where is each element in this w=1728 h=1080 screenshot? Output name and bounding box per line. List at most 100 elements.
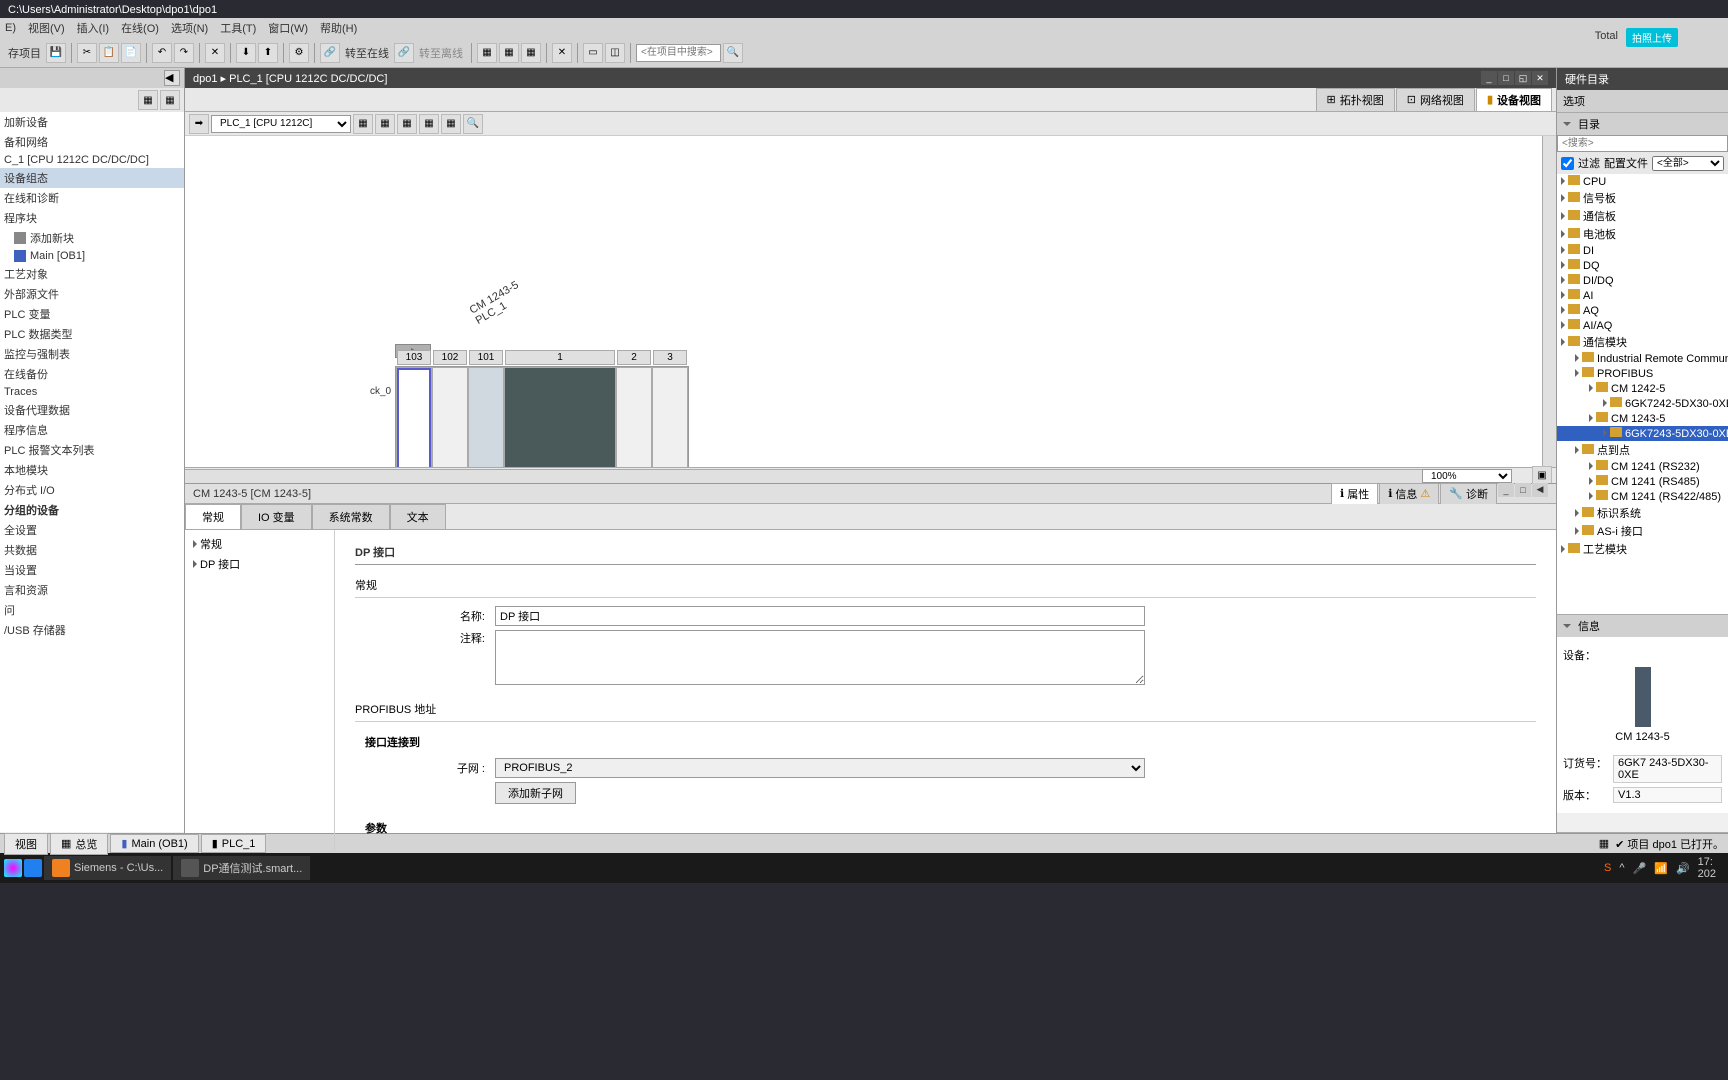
slot-103[interactable]: 103 [396, 367, 432, 483]
delete-icon[interactable]: ✕ [205, 43, 225, 63]
catalog-item[interactable]: CM 1241 (RS485) [1557, 474, 1728, 489]
zoom-fit-icon[interactable]: ▣ [1532, 466, 1552, 484]
catalog-item[interactable]: 通信模块 [1557, 333, 1728, 351]
tree-item[interactable]: 程序信息 [0, 420, 184, 440]
catalog-item[interactable]: CM 1242-5 [1557, 381, 1728, 396]
tree-collapse-icon[interactable]: ◀ [164, 70, 180, 86]
tray-time[interactable]: 17:202 [1698, 856, 1716, 880]
tool-icon-3[interactable]: ▦ [521, 43, 541, 63]
catalog-item[interactable]: AI/AQ [1557, 318, 1728, 333]
info-header[interactable]: 信息 [1557, 615, 1728, 637]
catalog-item[interactable]: CM 1241 (RS232) [1557, 459, 1728, 474]
bottom-plc-tab[interactable]: ▮PLC_1 [201, 834, 267, 853]
tree-btn-2[interactable]: ▦ [160, 90, 180, 110]
taskbar-smart[interactable]: DP通信测试.smart... [173, 856, 310, 880]
tree-item[interactable]: PLC 报警文本列表 [0, 440, 184, 460]
menu-edit[interactable]: E) [5, 22, 16, 34]
device-select[interactable]: PLC_1 [CPU 1212C] [211, 115, 351, 133]
subnet-select[interactable]: PROFIBUS_2 [495, 758, 1145, 778]
tree-item[interactable]: 加新设备 [0, 112, 184, 132]
catalog-item[interactable]: 信号板 [1557, 189, 1728, 207]
catalog-item[interactable]: AS-i 接口 [1557, 522, 1728, 540]
tab-topology[interactable]: ⊞拓扑视图 [1316, 88, 1395, 112]
cut-icon[interactable]: ✂ [77, 43, 97, 63]
zoom-select[interactable]: 100% [1422, 469, 1512, 483]
project-tree[interactable]: 加新设备 备和网络 C_1 [CPU 1212C DC/DC/DC] 设备组态 … [0, 112, 184, 832]
menu-insert[interactable]: 插入(I) [77, 20, 109, 36]
tray-wifi-icon[interactable]: 📶 [1654, 862, 1668, 875]
upload-badge[interactable]: 拍照上传 [1626, 28, 1678, 47]
tree-item[interactable]: 设备代理数据 [0, 400, 184, 420]
tree-item[interactable]: 分组的设备 [0, 500, 184, 520]
add-subnet-button[interactable]: 添加新子网 [495, 782, 576, 804]
vertical-scrollbar[interactable] [1542, 136, 1556, 467]
tree-item[interactable]: 本地模块 [0, 460, 184, 480]
tree-item[interactable]: Traces [0, 384, 184, 400]
close-icon[interactable]: ✕ [1532, 71, 1548, 85]
catalog-item[interactable]: 电池板 [1557, 225, 1728, 243]
link-icon[interactable]: 🔗 [320, 43, 340, 63]
comment-textarea[interactable] [495, 630, 1145, 685]
menu-help[interactable]: 帮助(H) [320, 20, 357, 36]
tab-device[interactable]: ▮设备视图 [1476, 88, 1552, 112]
project-search-input[interactable] [636, 44, 721, 62]
catalog-item[interactable]: Industrial Remote Communic [1557, 351, 1728, 366]
dev-btn-2[interactable]: ▦ [375, 114, 395, 134]
tab-info[interactable]: ℹ信息⚠ [1379, 483, 1439, 505]
catalog-item[interactable]: 工艺模块 [1557, 540, 1728, 558]
tree-item-device-config[interactable]: 设备组态 [0, 168, 184, 188]
slot-1-cpu[interactable]: 1 [504, 367, 616, 483]
catalog-item[interactable]: PROFIBUS [1557, 366, 1728, 381]
tab-network[interactable]: ⊡网络视图 [1396, 88, 1475, 112]
taskbar-tia[interactable]: Siemens - C:\Us... [44, 856, 171, 880]
catalog-item[interactable]: CM 1243-5 [1557, 411, 1728, 426]
catalog-item[interactable]: 6GK7242-5DX30-0XE0 [1557, 396, 1728, 411]
split-v-icon[interactable]: ◫ [605, 43, 625, 63]
module-cm[interactable] [397, 368, 431, 483]
menu-window[interactable]: 窗口(W) [268, 20, 308, 36]
menu-online[interactable]: 在线(O) [121, 20, 159, 36]
tree-item[interactable]: 全设置 [0, 520, 184, 540]
catalog-item[interactable]: AQ [1557, 303, 1728, 318]
tree-item-main-ob1[interactable]: Main [OB1] [0, 248, 184, 264]
catalog-item[interactable]: 6GK7243-5DX30-0XE0 [1557, 426, 1728, 441]
catalog-search-input[interactable] [1557, 135, 1728, 152]
bottom-overview-tab[interactable]: ▦总览 [50, 833, 108, 855]
slot-3[interactable]: 3 [652, 367, 688, 483]
catalog-item[interactable]: DI/DQ [1557, 273, 1728, 288]
tree-btn-1[interactable]: ▦ [138, 90, 158, 110]
tree-item[interactable]: PLC 数据类型 [0, 324, 184, 344]
tree-item[interactable]: 共数据 [0, 540, 184, 560]
tool-icon-2[interactable]: ▦ [499, 43, 519, 63]
catalog-item[interactable]: DI [1557, 243, 1728, 258]
tab-sys-const[interactable]: 系统常数 [312, 504, 390, 529]
props-min-icon[interactable]: _ [1498, 483, 1514, 497]
restore-icon[interactable]: ◱ [1515, 71, 1531, 85]
catalog-item[interactable]: 通信板 [1557, 207, 1728, 225]
catalog-item[interactable]: CPU [1557, 174, 1728, 189]
catalog-header[interactable]: 目录 [1557, 113, 1728, 135]
tab-text[interactable]: 文本 [390, 504, 446, 529]
compile-icon[interactable]: ⚙ [289, 43, 309, 63]
tree-item[interactable]: PLC 变量 [0, 304, 184, 324]
filter-checkbox[interactable] [1561, 157, 1574, 170]
slot-2[interactable]: 2 [616, 367, 652, 483]
dev-btn-4[interactable]: ▦ [419, 114, 439, 134]
redo-icon[interactable]: ↷ [174, 43, 194, 63]
tool-icon-1[interactable]: ▦ [477, 43, 497, 63]
dev-btn-3[interactable]: ▦ [397, 114, 417, 134]
unlink-icon[interactable]: 🔗 [394, 43, 414, 63]
tray-volume-icon[interactable]: 🔊 [1676, 862, 1690, 875]
copy-icon[interactable]: 📋 [99, 43, 119, 63]
tree-item[interactable]: 程序块 [0, 208, 184, 228]
props-close-icon[interactable]: ◀ [1532, 483, 1548, 497]
tree-item[interactable]: C_1 [CPU 1212C DC/DC/DC] [0, 152, 184, 168]
tree-item[interactable]: /USB 存储器 [0, 620, 184, 640]
menu-options[interactable]: 选项(N) [171, 20, 208, 36]
tree-item[interactable]: 言和资源 [0, 580, 184, 600]
menu-tools[interactable]: 工具(T) [220, 20, 256, 36]
tab-diagnostics[interactable]: 🔧诊断 [1440, 483, 1497, 505]
start-icon[interactable] [4, 859, 22, 877]
cpu-module[interactable] [505, 368, 615, 483]
tray-chevron-icon[interactable]: ^ [1619, 862, 1624, 874]
